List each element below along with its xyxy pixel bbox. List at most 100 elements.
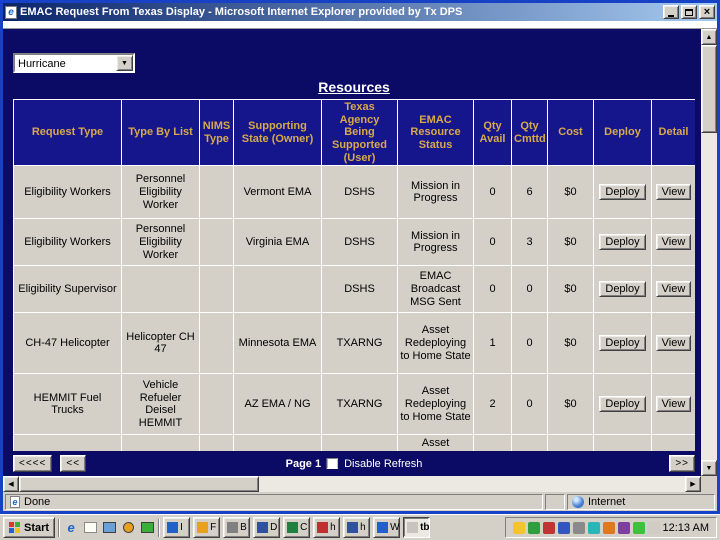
view-button[interactable]: View — [655, 234, 692, 251]
tray-icon[interactable] — [512, 521, 525, 534]
cell-texas-agency: TXARNG — [321, 312, 398, 375]
vertical-scrollbar[interactable]: ▲ ▼ — [701, 29, 717, 476]
disable-refresh-checkbox[interactable] — [327, 458, 339, 469]
tray-icon[interactable] — [617, 521, 630, 534]
tray-icon[interactable] — [542, 521, 555, 534]
chevron-down-icon[interactable]: ▼ — [116, 55, 133, 71]
cell-nims-type — [199, 165, 234, 220]
window-icon — [227, 522, 239, 533]
taskbar-window-button[interactable]: C — [283, 517, 311, 538]
resources-table-wrap: Request Type Type By List NIMS Type Supp… — [13, 99, 695, 451]
previous-page-button[interactable]: << — [60, 455, 87, 472]
view-button[interactable]: View — [655, 335, 692, 352]
deploy-button[interactable]: Deploy — [599, 184, 646, 201]
cell-status: Mission in Progress — [397, 218, 474, 267]
cell-supporting-state: Minnesota EMA — [233, 312, 322, 375]
cell-supporting-state — [233, 434, 322, 451]
scrollbar-corner — [701, 476, 717, 492]
taskbar-window-button[interactable]: B — [223, 517, 251, 538]
vertical-scroll-thumb[interactable] — [701, 45, 717, 133]
cell-status: Asset Redeploying to Home State — [397, 312, 474, 375]
taskbar-window-button[interactable]: h — [313, 517, 341, 538]
cell-supporting-state: Virginia EMA — [233, 218, 322, 267]
scroll-left-icon[interactable]: ◀ — [3, 476, 19, 492]
maximize-button[interactable] — [681, 5, 697, 19]
close-button[interactable]: × — [699, 5, 715, 19]
horizontal-scroll-thumb[interactable] — [19, 476, 259, 492]
event-filter-dropdown[interactable]: Hurricane ▼ — [13, 53, 135, 73]
cell-deploy: Deploy — [593, 265, 652, 314]
taskbar-window-button[interactable]: h — [343, 517, 371, 538]
tray-icon[interactable] — [572, 521, 585, 534]
cell-cost: $0 — [547, 373, 594, 436]
cell-cost: $0 — [547, 312, 594, 375]
first-page-button[interactable]: <<<< — [13, 455, 53, 472]
taskbar-window-button[interactable]: I — [163, 517, 191, 538]
deploy-button[interactable]: Deploy — [599, 396, 646, 413]
cell-detail: View — [651, 218, 695, 267]
deploy-button[interactable]: Deploy — [599, 335, 646, 352]
view-button[interactable]: View — [655, 396, 692, 413]
quick-launch-icon[interactable] — [139, 520, 155, 536]
tray-icon[interactable] — [527, 521, 540, 534]
internet-explorer-quicklaunch-icon[interactable]: e — [63, 520, 79, 536]
tray-icon[interactable] — [632, 521, 645, 534]
cell-qty-cmttd: 0 — [511, 265, 548, 314]
column-header-request-type: Request Type — [13, 99, 122, 167]
show-desktop-icon[interactable] — [101, 520, 117, 536]
cell-nims-type — [199, 265, 234, 314]
cell-qty-avail: 0 — [473, 265, 512, 314]
status-spacer-panel — [545, 494, 565, 510]
scroll-right-icon[interactable]: ▶ — [685, 476, 701, 492]
taskbar-window-button[interactable]: D — [253, 517, 281, 538]
horizontal-scroll-track[interactable] — [19, 476, 685, 492]
tray-icon[interactable] — [587, 521, 600, 534]
tray-icon[interactable] — [647, 521, 660, 534]
scroll-down-icon[interactable]: ▼ — [701, 460, 717, 476]
cell-texas-agency: DSHS — [321, 218, 398, 267]
cell-qty-cmttd — [511, 434, 548, 451]
cell-nims-type — [199, 218, 234, 267]
taskbar-window-button[interactable]: W — [373, 517, 401, 538]
maximize-icon — [685, 8, 693, 16]
cell-type-by-list — [121, 434, 200, 451]
cell-cost — [547, 434, 594, 451]
taskbar-clock[interactable]: 12:13 AM — [663, 522, 709, 534]
cell-supporting-state: Vermont EMA — [233, 165, 322, 220]
cell-type-by-list: Vehicle Refueler Deisel HEMMIT — [121, 373, 200, 436]
deploy-button[interactable]: Deploy — [599, 234, 646, 251]
scroll-up-icon[interactable]: ▲ — [701, 29, 717, 45]
cell-qty-cmttd: 6 — [511, 165, 548, 220]
tray-icon[interactable] — [602, 521, 615, 534]
table-row: HEMMIT Fuel Trucks Vehicle Refueler Deis… — [13, 373, 695, 436]
deploy-button[interactable]: Deploy — [599, 281, 646, 298]
taskbar-window-button[interactable]: F — [193, 517, 221, 538]
page-number-label: Page 1 — [285, 457, 322, 470]
view-button[interactable]: View — [655, 281, 692, 298]
start-button[interactable]: Start — [3, 517, 56, 538]
minimize-button[interactable] — [663, 5, 679, 19]
mail-quicklaunch-icon[interactable] — [82, 520, 98, 536]
pagination-center: Page 1 Disable Refresh — [286, 458, 423, 470]
cell-type-by-list: Personnel Eligibility Worker — [121, 218, 200, 267]
cell-qty-cmttd: 0 — [511, 373, 548, 436]
media-player-quicklaunch-icon[interactable] — [120, 520, 136, 536]
taskbar-window-button-active[interactable]: tb — [403, 517, 431, 538]
cell-qty-cmttd: 0 — [511, 312, 548, 375]
window-icon — [197, 522, 209, 533]
cell-deploy — [593, 434, 652, 451]
view-button[interactable]: View — [655, 184, 692, 201]
next-page-button[interactable]: >> — [669, 455, 695, 472]
vertical-scroll-track[interactable] — [701, 45, 717, 460]
cell-qty-avail: 1 — [473, 312, 512, 375]
cell-detail: View — [651, 165, 695, 220]
cell-cost: $0 — [547, 218, 594, 267]
window-icon — [167, 522, 179, 533]
cell-detail: View — [651, 373, 695, 436]
cell-request-type: HEMMIT Fuel Trucks — [13, 373, 122, 436]
tray-icon[interactable] — [557, 521, 570, 534]
cell-texas-agency: DSHS — [321, 265, 398, 314]
window-icon — [257, 522, 269, 533]
column-header-cost: Cost — [547, 99, 594, 167]
cell-qty-avail — [473, 434, 512, 451]
